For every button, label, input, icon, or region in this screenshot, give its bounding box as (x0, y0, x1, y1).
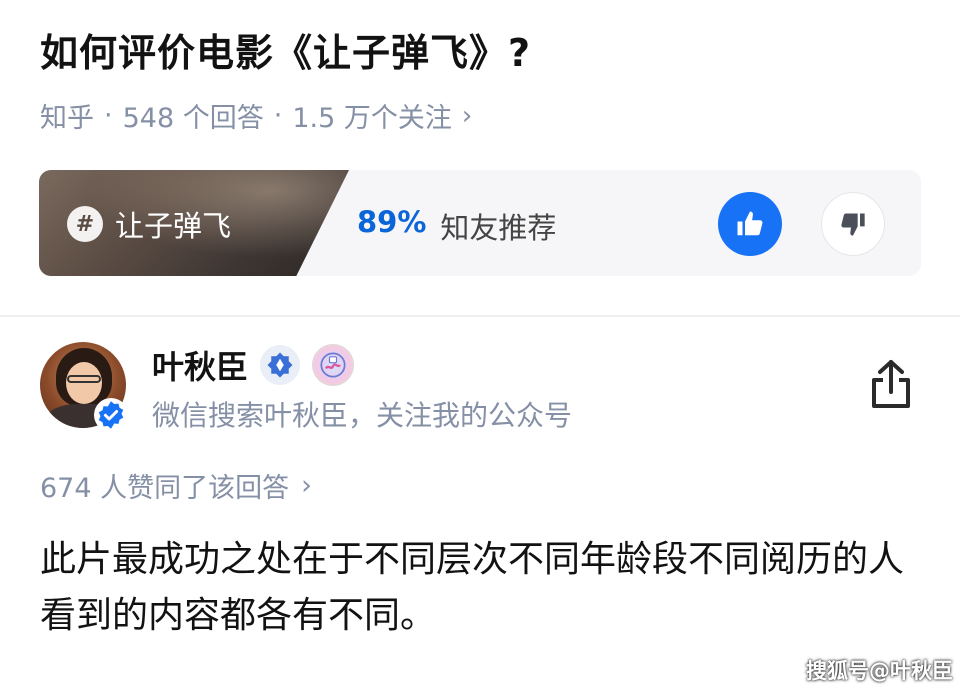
vote-count-text: 674 人赞同了该回答 (40, 473, 290, 504)
chevron-right-icon: › (301, 470, 312, 501)
topic-recommend-card: # 让子弹飞 89% 知友推荐 (39, 170, 921, 276)
meta-separator: · (104, 100, 113, 131)
verified-icon (98, 401, 124, 429)
watermark-text: 搜狐号@叶秋臣 (806, 659, 953, 683)
avatar-glasses (67, 375, 101, 383)
recommend-rate: 89% 知友推荐 (357, 205, 556, 247)
avatar-face (66, 362, 102, 404)
topic-tag[interactable]: # 让子弹飞 (67, 203, 231, 245)
source-label: 知乎 (40, 103, 94, 134)
meta-separator: · (273, 100, 283, 131)
follower-count: 1.5 万个关注 (292, 103, 452, 134)
hash-icon: # (67, 206, 103, 242)
chevron-right-icon: › (461, 100, 473, 131)
question-title[interactable]: 如何评价电影《让子弹飞》? (40, 22, 531, 77)
recommend-down-button[interactable] (821, 192, 885, 256)
recommend-percent: 89% (357, 205, 427, 239)
section-divider (0, 315, 960, 317)
author-name[interactable]: 叶秋臣 (152, 342, 248, 388)
medal-shape (267, 352, 293, 378)
share-button[interactable] (866, 358, 916, 410)
verified-badge (94, 398, 128, 432)
author-bio: 微信搜索叶秋臣，关注我的公众号 (152, 399, 573, 432)
thumbs-down-icon (841, 213, 865, 236)
share-icon (872, 360, 910, 408)
medal-badge-icon[interactable] (260, 345, 301, 385)
art-badge-icon[interactable] (312, 344, 355, 386)
vote-summary[interactable]: 674 人赞同了该回答 › (40, 466, 312, 505)
answer-content: 此片最成功之处在于不同层次不同年龄段不同阅历的人看到的内容都各有不同。 (40, 539, 905, 636)
answer-count: 548 个回答 (122, 103, 264, 134)
recommend-up-button[interactable] (718, 192, 782, 256)
author-row: 叶秋臣 (152, 342, 355, 388)
question-meta[interactable]: 知乎 · 548 个回答 · 1.5 万个关注 › (40, 96, 472, 135)
topic-tag-label: 让子弹飞 (115, 209, 232, 243)
recommend-text: 知友推荐 (440, 211, 557, 245)
thumbs-up-icon (737, 211, 763, 236)
answer-page: 如何评价电影《让子弹飞》? 知乎 · 548 个回答 · 1.5 万个关注 › … (0, 0, 960, 692)
art-badge-shape (320, 352, 346, 378)
